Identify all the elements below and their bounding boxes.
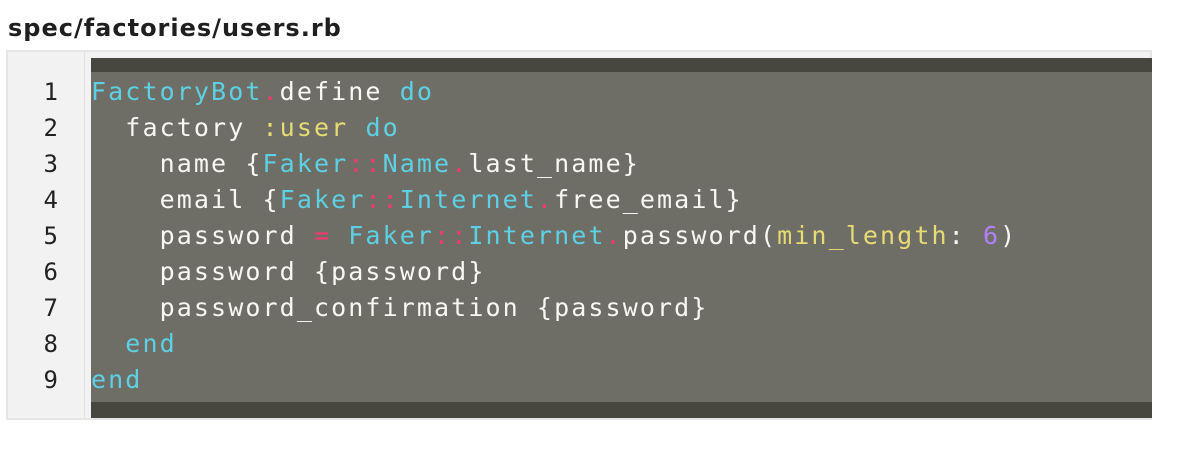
line-number: 1: [43, 78, 58, 106]
code-token: min_length: [777, 221, 949, 250]
line-number: 2: [43, 114, 58, 142]
line-number: 7: [43, 294, 58, 322]
code-token: Faker: [348, 221, 435, 250]
code-line: password {password}: [91, 254, 1017, 290]
code-token: 6: [982, 221, 1001, 250]
code-line: factory :user do: [91, 110, 1017, 146]
line-numbers: 1 2 3 4 5 6 7 8 9: [8, 74, 58, 398]
line-number: 5: [43, 222, 58, 250]
code-token: factory: [91, 113, 263, 142]
code-token: password: [91, 221, 314, 250]
code-token: Faker: [279, 185, 366, 214]
code-line: FactoryBot.define do: [91, 74, 1017, 110]
code-line: end: [91, 362, 1017, 398]
code-token: Internet: [468, 221, 606, 250]
code-token: end: [91, 365, 143, 394]
code-token: email {: [91, 185, 280, 214]
code-area[interactable]: FactoryBot.define do factory :user do na…: [91, 58, 1152, 418]
code-lines: FactoryBot.define do factory :user do na…: [91, 74, 1017, 398]
code-token: FactoryBot: [91, 77, 263, 106]
code-line: end: [91, 326, 1017, 362]
page: spec/factories/users.rb 1 2 3 4 5 6 7 8 9 Factor…: [0, 0, 1190, 468]
code-token: .: [536, 185, 555, 214]
code-token: end: [91, 329, 177, 358]
code-token: .: [605, 221, 623, 250]
code-line: password = Faker::Internet.password(min_…: [91, 218, 1017, 254]
code-token: name {: [91, 149, 263, 178]
code-token: .: [262, 77, 280, 106]
code-token: password {password}: [91, 257, 486, 286]
code-token: free_email}: [554, 185, 743, 214]
code-token: ): [1000, 221, 1018, 250]
code-token: define: [279, 77, 400, 106]
code-token: ::: [348, 149, 383, 178]
code-token: Name: [382, 149, 452, 178]
code-line: name {Faker::Name.last_name}: [91, 146, 1017, 182]
code-line: email {Faker::Internet.free_email}: [91, 182, 1017, 218]
file-title: spec/factories/users.rb: [8, 14, 342, 42]
code-token: ::: [434, 221, 469, 250]
code-token: Faker: [262, 149, 349, 178]
code-token: do: [399, 77, 435, 106]
code-token: :: [948, 221, 983, 250]
code-token: .: [451, 149, 469, 178]
code-token: ::: [365, 185, 400, 214]
code-token: last_name}: [468, 149, 640, 178]
line-number: 9: [43, 366, 58, 394]
line-number: 3: [43, 150, 58, 178]
line-number-gutter: 1 2 3 4 5 6 7 8 9: [8, 52, 85, 418]
code-token: Internet: [399, 185, 537, 214]
line-number: 4: [43, 186, 58, 214]
code-line: password_confirmation {password}: [91, 290, 1017, 326]
code-token: :user: [262, 113, 366, 142]
code-token: do: [365, 113, 400, 142]
code-token: password_confirmation {password}: [91, 293, 709, 322]
code-token: =: [313, 221, 332, 250]
line-number: 8: [43, 330, 58, 358]
code-token: password(: [622, 221, 778, 250]
line-number: 6: [43, 258, 58, 286]
code-block: 123456789 FactoryBot.define do factory :…: [6, 50, 1152, 420]
